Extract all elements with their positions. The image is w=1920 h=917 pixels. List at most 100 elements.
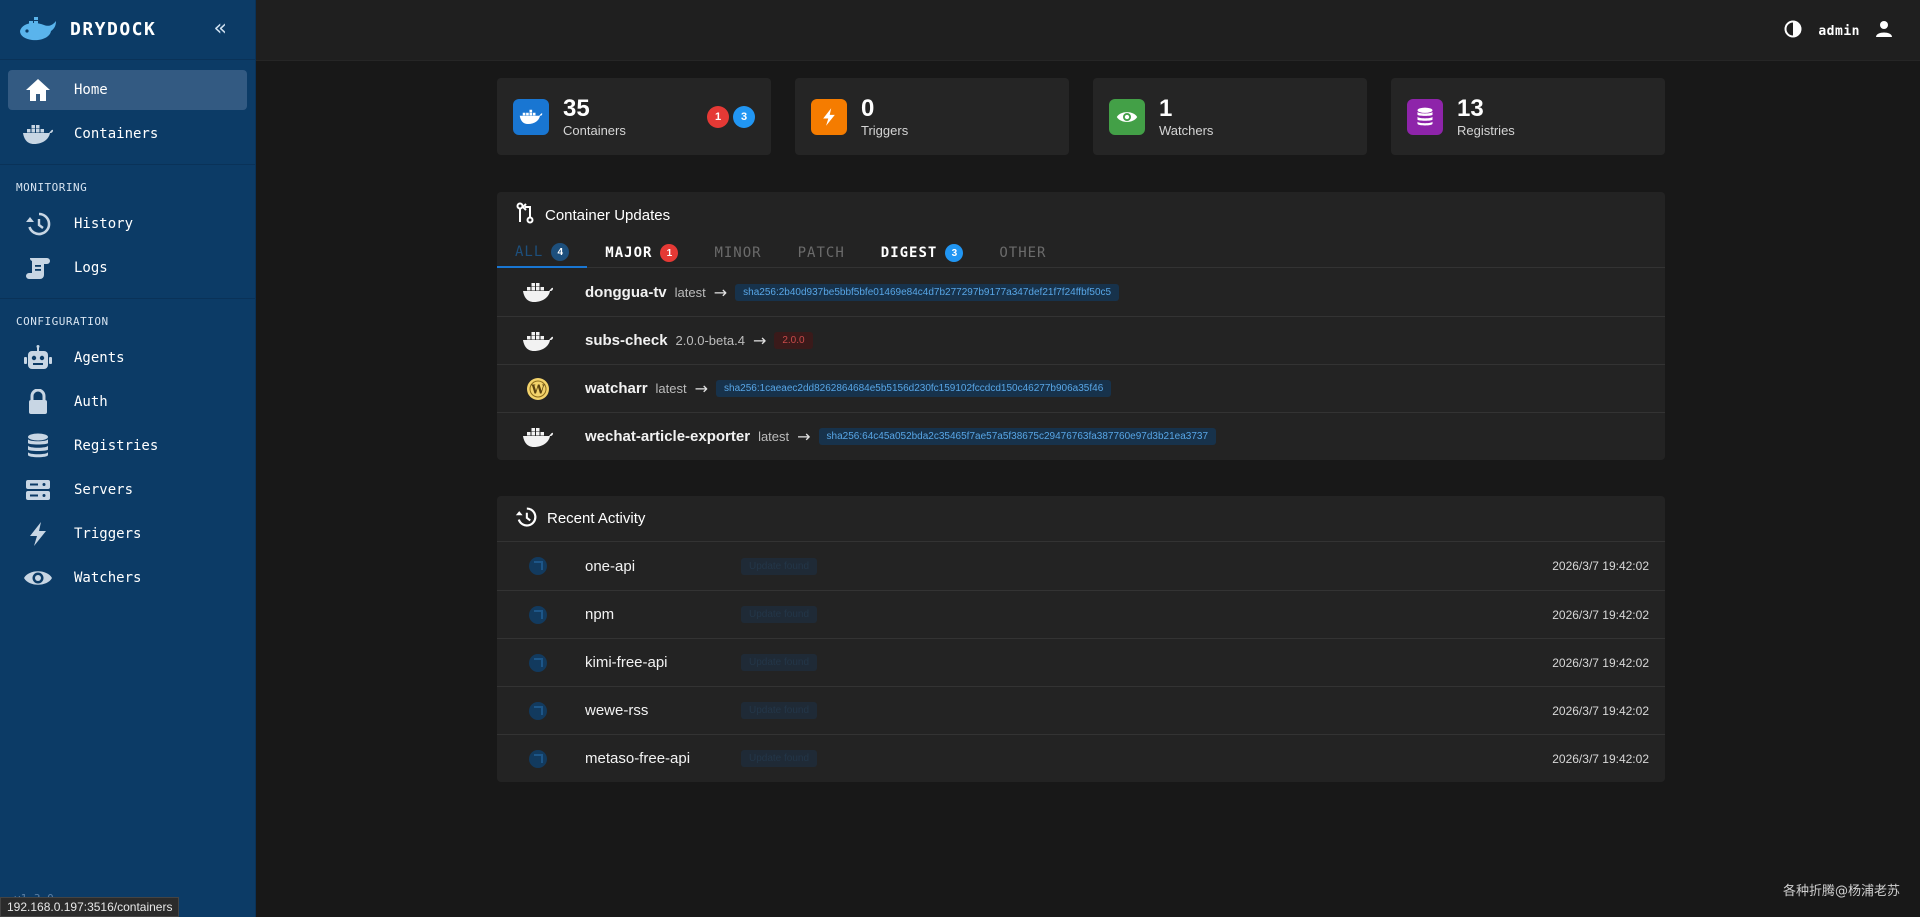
activity-time: 2026/3/7 19:42:02: [1552, 751, 1649, 766]
eye-icon: [1109, 98, 1145, 135]
arrow-right-icon: →: [797, 427, 811, 446]
update-available-icon: [513, 701, 563, 721]
container-name: one-api: [585, 557, 636, 575]
user-name[interactable]: admin: [1818, 24, 1860, 39]
sidebar-item-logs[interactable]: Logs: [8, 248, 247, 288]
container-name: watcharr: [585, 380, 648, 397]
container-name: metaso-free-api: [585, 750, 691, 767]
tab-patch[interactable]: PATCH: [780, 238, 863, 268]
container-name: wewe-rss: [585, 702, 649, 719]
activity-row[interactable]: one-api Update found 2026/3/7 19:42:02: [497, 542, 1665, 590]
activity-row[interactable]: metaso-free-api Update found 2026/3/7 19…: [497, 734, 1665, 782]
stat-card-watchers[interactable]: 1 Watchers: [1093, 78, 1367, 155]
top-actions: admin: [1784, 20, 1892, 42]
tab-minor[interactable]: MINOR: [696, 238, 779, 268]
tab-label: ALL: [515, 244, 544, 260]
history-icon: [515, 506, 537, 532]
stat-card-triggers[interactable]: 0 Triggers: [795, 78, 1069, 155]
stat-value: 13: [1457, 94, 1484, 122]
tab-count-badge: 3: [945, 244, 964, 262]
major-count-badge: 1: [707, 106, 729, 128]
update-available-icon: [513, 556, 563, 576]
sidebar-item-auth[interactable]: Auth: [8, 382, 247, 422]
activity-list: one-api Update found 2026/3/7 19:42:02 n…: [497, 542, 1665, 782]
sidebar-item-triggers[interactable]: Triggers: [8, 514, 247, 554]
sidebar-item-agents[interactable]: Agents: [8, 338, 247, 378]
stat-value: 1: [1159, 94, 1173, 122]
sidebar-item-registries[interactable]: Registries: [8, 426, 247, 466]
history-icon: [22, 209, 54, 239]
stat-card-registries[interactable]: 13 Registries: [1391, 78, 1665, 155]
arrow-right-icon: →: [713, 282, 728, 302]
activity-time: 2026/3/7 19:42:02: [1552, 559, 1649, 573]
activity-row[interactable]: wewe-rss Update found 2026/3/7 19:42:02: [497, 686, 1665, 734]
update-row[interactable]: donggua-tv latest → sha256:2b40d937be5bb…: [497, 268, 1665, 316]
sidebar-item-label: Registries: [74, 438, 159, 454]
sidebar-item-label: Containers: [74, 126, 159, 142]
sidebar: DRYDOCK « Home Containers MONITORING His…: [0, 0, 256, 917]
server-icon: [22, 475, 54, 505]
sidebar-item-label: Triggers: [74, 526, 142, 542]
stat-card-containers[interactable]: 35 Containers 1 3: [497, 78, 771, 155]
update-arrows-icon: [515, 202, 535, 228]
stat-value: 35: [563, 94, 590, 122]
docker-icon: [513, 330, 563, 352]
tab-count-badge: 4: [551, 243, 570, 261]
collapse-sidebar-icon[interactable]: «: [214, 16, 227, 42]
activity-row[interactable]: kimi-free-api Update found 2026/3/7 19:4…: [497, 638, 1665, 686]
panel-title: Recent Activity: [547, 510, 646, 527]
tab-label: MINOR: [714, 245, 762, 261]
arrow-right-icon: →: [752, 331, 767, 350]
panel-title: Container Updates: [545, 206, 671, 224]
activity-status-chip: Update found: [741, 557, 818, 575]
nav-monitoring: MONITORING History Logs: [0, 165, 255, 299]
lock-icon: [22, 387, 54, 417]
new-version-chip: sha256:64c45a052bda2c35465f7ae57a5f38675…: [818, 428, 1217, 445]
tab-label: PATCH: [797, 245, 845, 261]
sidebar-item-label: History: [74, 216, 134, 232]
update-row[interactable]: subs-check 2.0.0-beta.4 → 2.0.0: [497, 316, 1665, 364]
nav-main: Home Containers: [0, 60, 255, 165]
sidebar-item-servers[interactable]: Servers: [8, 470, 247, 510]
docker-icon: [22, 119, 54, 149]
sidebar-item-history[interactable]: History: [8, 204, 247, 244]
tab-label: OTHER: [999, 245, 1047, 261]
recent-activity-panel: Recent Activity one-api Update found 202…: [497, 496, 1665, 782]
section-title-monitoring: MONITORING: [16, 181, 88, 194]
watermark-text: 各种折腾@杨浦老苏: [1782, 884, 1900, 899]
tab-other[interactable]: OTHER: [981, 238, 1064, 268]
current-tag: latest: [674, 284, 706, 300]
logs-icon: [22, 253, 54, 283]
update-available-icon: [513, 749, 563, 769]
drydock-logo-icon: [16, 16, 60, 44]
topbar: admin: [256, 0, 1920, 61]
update-row[interactable]: W watcharr latest → sha256:1caeaec2dd826…: [497, 364, 1665, 412]
new-version-chip: sha256:1caeaec2dd8262864684e5b5156d230fc…: [716, 380, 1112, 397]
panel-header: Container Updates: [497, 192, 1665, 238]
tab-label: DIGEST: [880, 245, 938, 261]
activity-status-chip: Update found: [741, 702, 818, 719]
sidebar-item-label: Servers: [74, 482, 134, 498]
docker-icon: [513, 426, 563, 448]
update-row[interactable]: wechat-article-exporter latest → sha256:…: [497, 412, 1665, 460]
docker-icon: [513, 281, 563, 303]
tab-digest[interactable]: DIGEST 3: [863, 238, 982, 268]
activity-status-chip: Update found: [741, 654, 818, 671]
sidebar-item-watchers[interactable]: Watchers: [8, 558, 247, 598]
person-icon[interactable]: [1876, 20, 1892, 42]
stat-label: Watchers: [1159, 122, 1214, 138]
section-title-configuration: CONFIGURATION: [16, 315, 109, 328]
robot-icon: [22, 343, 54, 373]
tab-count-badge: 1: [660, 244, 679, 262]
bolt-icon: [811, 98, 847, 135]
sidebar-item-label: Agents: [74, 350, 125, 366]
activity-row[interactable]: npm Update found 2026/3/7 19:42:02: [497, 590, 1665, 638]
tab-all[interactable]: ALL 4: [497, 238, 588, 268]
current-tag: 2.0.0-beta.4: [675, 333, 745, 348]
sidebar-item-home[interactable]: Home: [8, 70, 247, 110]
tab-label: MAJOR: [605, 245, 653, 261]
sidebar-item-containers[interactable]: Containers: [8, 114, 247, 154]
status-url-tooltip: 192.168.0.197:3516/containers: [0, 897, 180, 917]
contrast-icon[interactable]: [1784, 20, 1802, 42]
tab-major[interactable]: MAJOR 1: [587, 238, 696, 268]
